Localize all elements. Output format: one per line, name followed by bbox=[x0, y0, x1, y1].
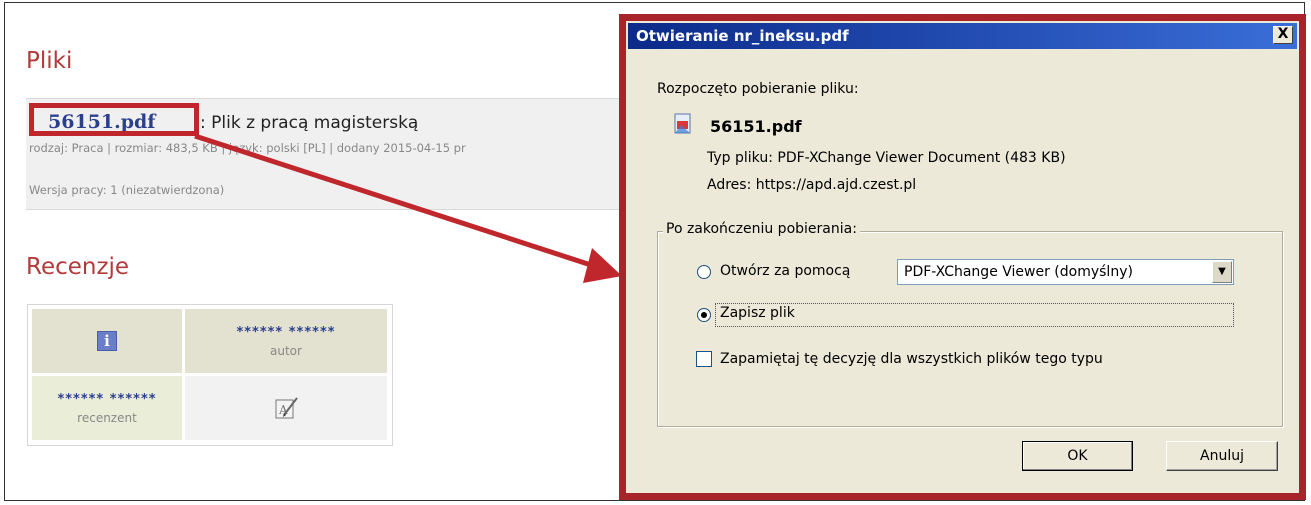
download-dialog: Otwieranie nr_ineksu.pdf X Rozpoczęto po… bbox=[619, 14, 1306, 500]
ok-button[interactable]: OK bbox=[1022, 441, 1133, 471]
download-intro: Rozpoczęto pobieranie pliku: bbox=[657, 81, 859, 97]
save-file-label[interactable]: Zapisz plik bbox=[720, 305, 795, 321]
after-download-label: Po zakończeniu pobierania: bbox=[663, 221, 860, 237]
open-with-value: PDF-XChange Viewer (domyślny) bbox=[904, 264, 1133, 280]
dropdown-arrow-icon[interactable]: ▼ bbox=[1212, 261, 1232, 283]
dialog-title: Otwieranie nr_ineksu.pdf bbox=[636, 27, 849, 45]
remember-checkbox[interactable] bbox=[696, 351, 712, 367]
open-with-label[interactable]: Otwórz za pomocą bbox=[720, 263, 850, 279]
open-with-select[interactable]: PDF-XChange Viewer (domyślny) ▼ bbox=[897, 259, 1234, 285]
open-with-radio[interactable] bbox=[697, 265, 711, 279]
file-type-line: Typ pliku: PDF-XChange Viewer Document (… bbox=[707, 150, 1066, 166]
cancel-button[interactable]: Anuluj bbox=[1166, 441, 1278, 471]
download-filename: 56151.pdf bbox=[710, 117, 802, 136]
file-address-line: Adres: https://apd.ajd.czest.pl bbox=[707, 177, 917, 193]
close-icon[interactable]: X bbox=[1273, 26, 1293, 44]
remember-label[interactable]: Zapamiętaj tę decyzję dla wszystkich pli… bbox=[720, 351, 1103, 367]
pdf-file-icon bbox=[674, 113, 691, 134]
save-file-radio[interactable] bbox=[697, 308, 711, 322]
dialog-titlebar[interactable]: Otwieranie nr_ineksu.pdf X bbox=[628, 23, 1297, 49]
